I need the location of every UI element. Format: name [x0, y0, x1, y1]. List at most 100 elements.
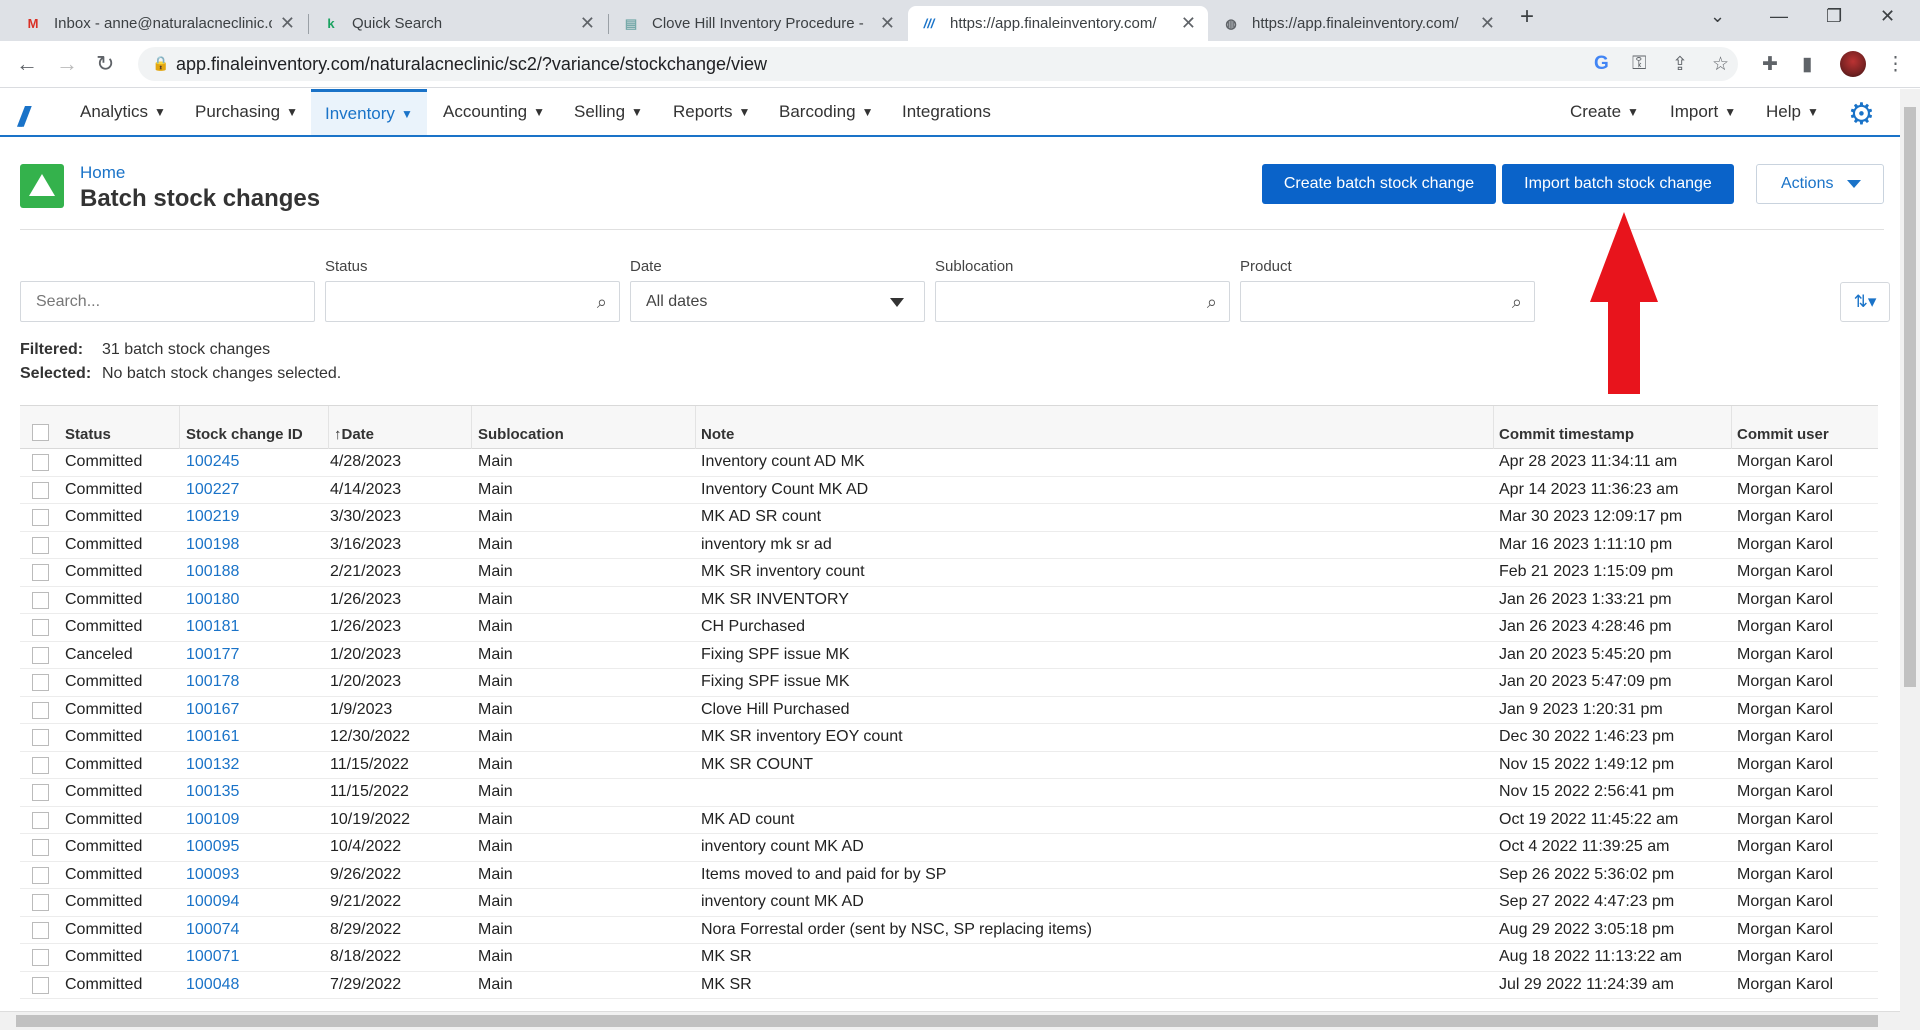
col-commit-timestamp[interactable]: Commit timestamp	[1499, 426, 1634, 443]
search-input[interactable]: Search...	[20, 281, 315, 322]
close-tab-icon[interactable]: ✕	[280, 13, 295, 34]
close-tab-icon[interactable]: ✕	[880, 13, 895, 34]
key-icon[interactable]: ⚿	[1632, 53, 1646, 75]
kebab-menu-icon[interactable]: ⋮	[1886, 53, 1905, 76]
row-checkbox[interactable]	[32, 839, 49, 856]
row-checkbox[interactable]	[32, 784, 49, 801]
close-tab-icon[interactable]: ✕	[580, 13, 595, 34]
table-row[interactable]: Committed 100219 3/30/2023 Main MK AD SR cou…	[20, 504, 1878, 532]
cell-stock-change-id[interactable]: 100074	[186, 921, 239, 939]
table-row[interactable]: Committed 100135 11/15/2022 Main Nov 15 2022…	[20, 779, 1878, 807]
row-checkbox[interactable]	[32, 866, 49, 884]
row-checkbox[interactable]	[32, 949, 49, 966]
cell-stock-change-id[interactable]: 100188	[186, 563, 239, 581]
nav-analytics[interactable]: Analytics ▼	[66, 89, 180, 135]
table-row[interactable]: Committed 100109 10/19/2022 Main MK AD count…	[20, 807, 1878, 834]
row-checkbox[interactable]	[32, 564, 49, 581]
table-row[interactable]: Committed 100093 9/26/2022 Main Items moved …	[20, 862, 1878, 889]
col-note[interactable]: Note	[701, 426, 734, 443]
horizontal-scrollbar[interactable]	[0, 1011, 1900, 1030]
close-tab-icon[interactable]: ✕	[1480, 13, 1495, 34]
date-filter[interactable]: All dates	[630, 281, 925, 322]
col-stock-change-id[interactable]: Stock change ID	[186, 426, 303, 443]
cell-stock-change-id[interactable]: 100094	[186, 893, 239, 911]
col-commit-user[interactable]: Commit user	[1737, 426, 1829, 443]
cell-stock-change-id[interactable]: 100167	[186, 701, 239, 719]
table-row[interactable]: Committed 100095 10/4/2022 Main inventory co…	[20, 834, 1878, 862]
table-row[interactable]: Committed 100198 3/16/2023 Main inventory mk…	[20, 532, 1878, 559]
cell-stock-change-id[interactable]: 100071	[186, 948, 239, 966]
row-checkbox[interactable]	[32, 509, 49, 526]
table-row[interactable]: Canceled 100177 1/20/2023 Main Fixing SPF is…	[20, 642, 1878, 669]
cell-stock-change-id[interactable]: 100219	[186, 508, 239, 526]
cell-stock-change-id[interactable]: 100132	[186, 756, 239, 774]
close-window-icon[interactable]: ✕	[1880, 6, 1895, 27]
scrollbar-thumb[interactable]	[16, 1015, 1878, 1027]
table-row[interactable]: Committed 100074 8/29/2022 Main Nora Forrest…	[20, 917, 1878, 944]
table-row[interactable]: Committed 100245 4/28/2023 Main Inventory co…	[20, 449, 1878, 477]
table-row[interactable]: Committed 100227 4/14/2023 Main Inventory Co…	[20, 477, 1878, 504]
cell-stock-change-id[interactable]: 100181	[186, 618, 239, 636]
row-checkbox[interactable]	[32, 454, 49, 471]
product-filter[interactable]: ⌕	[1240, 281, 1535, 322]
maximize-icon[interactable]: ❐	[1826, 6, 1842, 27]
cell-stock-change-id[interactable]: 100161	[186, 728, 239, 746]
vertical-scrollbar[interactable]	[1900, 89, 1920, 1030]
table-row[interactable]: Committed 100188 2/21/2023 Main MK SR invent…	[20, 559, 1878, 587]
table-row[interactable]: Committed 100132 11/15/2022 Main MK SR COUNT…	[20, 752, 1878, 779]
close-tab-icon[interactable]: ✕	[1181, 13, 1196, 34]
row-checkbox[interactable]	[32, 646, 49, 664]
row-checkbox[interactable]	[32, 481, 49, 499]
browser-tab[interactable]: M Inbox - anne@naturalacneclinic.c ✕	[12, 6, 307, 41]
browser-tab[interactable]: ▤ Clove Hill Inventory Procedure - ✕	[610, 6, 907, 41]
col-date[interactable]: ↑Date	[334, 426, 374, 443]
finale-logo-icon[interactable]: ///	[18, 101, 30, 133]
sort-icon[interactable]: ⇅▾	[1840, 282, 1890, 322]
tab-search-icon[interactable]: ⌄	[1710, 6, 1725, 27]
nav-reports[interactable]: Reports ▼	[659, 89, 764, 135]
table-row[interactable]: Committed 100094 9/21/2022 Main inventory co…	[20, 889, 1878, 917]
cell-stock-change-id[interactable]: 100177	[186, 646, 239, 664]
table-row[interactable]: Committed 100048 7/29/2022 Main MK SR Jul 29 …	[20, 972, 1878, 999]
cell-stock-change-id[interactable]: 100048	[186, 976, 239, 994]
browser-tab[interactable]: k Quick Search ✕	[310, 6, 607, 41]
scrollbar-thumb[interactable]	[1904, 107, 1916, 687]
table-row[interactable]: Committed 100161 12/30/2022 Main MK SR inven…	[20, 724, 1878, 752]
table-row[interactable]: Committed 100181 1/26/2023 Main CH Purchased…	[20, 614, 1878, 642]
nav-accounting[interactable]: Accounting ▼	[429, 89, 559, 135]
cell-stock-change-id[interactable]: 100178	[186, 673, 239, 691]
select-all-checkbox[interactable]	[32, 424, 49, 441]
col-sublocation[interactable]: Sublocation	[478, 426, 564, 443]
cell-stock-change-id[interactable]: 100245	[186, 453, 239, 471]
minimize-icon[interactable]: —	[1770, 6, 1788, 27]
row-checkbox[interactable]	[32, 729, 49, 746]
table-row[interactable]: Committed 100071 8/18/2022 Main MK SR Aug 18 …	[20, 944, 1878, 972]
cell-stock-change-id[interactable]: 100227	[186, 481, 239, 499]
actions-button[interactable]: Actions	[1756, 164, 1884, 204]
import-batch-stock-change-button[interactable]: Import batch stock change	[1502, 164, 1734, 204]
forward-icon[interactable]: →	[56, 51, 78, 77]
nav-selling[interactable]: Selling ▼	[560, 89, 657, 135]
reload-icon[interactable]: ↻	[96, 51, 114, 77]
row-checkbox[interactable]	[32, 894, 49, 911]
cell-stock-change-id[interactable]: 100093	[186, 866, 239, 884]
status-filter[interactable]: ⌕	[325, 281, 620, 322]
nav-barcoding[interactable]: Barcoding ▼	[765, 89, 887, 135]
table-row[interactable]: Committed 100167 1/9/2023 Main Clove Hill Pu…	[20, 697, 1878, 724]
row-checkbox[interactable]	[32, 921, 49, 939]
row-checkbox[interactable]	[32, 674, 49, 691]
side-panel-icon[interactable]: ▮	[1802, 53, 1812, 76]
row-checkbox[interactable]	[32, 591, 49, 609]
sublocation-filter[interactable]: ⌕	[935, 281, 1230, 322]
browser-tab-active[interactable]: /// https://app.finaleinventory.com/ ✕	[908, 6, 1208, 41]
nav-import[interactable]: Import ▼	[1656, 89, 1750, 135]
row-checkbox[interactable]	[32, 811, 49, 829]
table-row[interactable]: Committed 100178 1/20/2023 Main Fixing SPF i…	[20, 669, 1878, 697]
google-icon[interactable]: G	[1594, 53, 1609, 75]
share-icon[interactable]: ⇪	[1672, 53, 1688, 76]
cell-stock-change-id[interactable]: 100135	[186, 783, 239, 801]
nav-integrations[interactable]: Integrations	[888, 89, 1005, 135]
row-checkbox[interactable]	[32, 756, 49, 774]
row-checkbox[interactable]	[32, 701, 49, 719]
url-field[interactable]: 🔒 app.finaleinventory.com/naturalacnecli…	[138, 47, 1738, 81]
